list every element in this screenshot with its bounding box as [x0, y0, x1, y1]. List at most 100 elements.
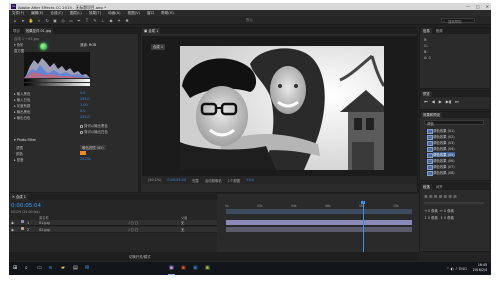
- exposure-value[interactable]: +0.0: [246, 178, 254, 182]
- arrow-icon[interactable]: ➤: [20, 18, 26, 23]
- store-icon[interactable]: ▤: [73, 265, 78, 272]
- input-black-value[interactable]: 0.0: [80, 91, 85, 95]
- color-swatch[interactable]: [80, 151, 86, 155]
- tab-audio[interactable]: 音频: [434, 28, 445, 34]
- comp-breadcrumb[interactable]: 合成 1: [151, 44, 166, 50]
- help-search[interactable]: ⌕ 搜索帮助: [441, 18, 475, 24]
- after-effects-taskbar-icon[interactable]: ▣: [169, 265, 174, 272]
- density-value[interactable]: 25.0%: [80, 157, 91, 161]
- resolution-select[interactable]: 完整: [192, 178, 199, 183]
- close-button[interactable]: ✕: [486, 4, 489, 9]
- playhead-line[interactable]: [362, 203, 364, 252]
- layer-duration-bar[interactable]: [226, 227, 412, 232]
- viewer-timecode[interactable]: 0:00:05:04: [167, 178, 186, 182]
- layer-name[interactable]: 02.jpg: [39, 227, 50, 233]
- taskbar-clock[interactable]: 16:45 2016/2/4: [473, 263, 487, 272]
- clone-icon[interactable]: ⊥: [100, 18, 106, 23]
- rect-mask-icon[interactable]: ▭: [68, 18, 74, 23]
- effect-preset-item[interactable]: 调色效果 (06): [427, 158, 455, 164]
- gamma-value[interactable]: 1.00: [80, 103, 88, 107]
- label-color-icon[interactable]: [21, 227, 24, 230]
- menu-layer[interactable]: 图层(L): [70, 11, 82, 16]
- visibility-eye-icon[interactable]: ◉: [11, 227, 14, 233]
- effects-search-input[interactable]: 调色: [424, 120, 484, 126]
- layer-name[interactable]: 01.jpg: [39, 220, 50, 226]
- workspace-label[interactable]: 默认: [246, 18, 253, 23]
- play-icon[interactable]: ▶: [439, 99, 442, 104]
- menu-animation[interactable]: 动画(A): [108, 11, 120, 16]
- file-explorer-icon[interactable]: ▰: [61, 265, 65, 272]
- output-black-value[interactable]: 0.0: [80, 109, 85, 113]
- roto-icon[interactable]: ✦: [116, 18, 122, 23]
- tab-project[interactable]: 项目: [11, 28, 22, 34]
- rotate-icon[interactable]: ↻: [44, 18, 50, 23]
- edge-browser-icon[interactable]: e: [49, 265, 52, 272]
- label-color-icon[interactable]: [21, 220, 24, 223]
- effect-preset-item[interactable]: 调色效果 (07): [427, 164, 455, 170]
- toggle-switches-modes[interactable]: 切换开关/模式: [129, 254, 151, 259]
- visibility-eye-icon[interactable]: ◉: [11, 220, 14, 226]
- next-frame-icon[interactable]: ▶▮: [446, 99, 451, 104]
- timeline-timecode[interactable]: 0:00:05:04: [11, 203, 41, 209]
- spacing-row[interactable]: ↧ 0 像素 ↥ 0 像素: [424, 215, 454, 220]
- tab-effect-controls[interactable]: 效果控件 01.jpg: [23, 28, 54, 34]
- composition-image[interactable]: [180, 46, 384, 170]
- layer-switches[interactable]: ⁄ ▢ ▢: [129, 220, 138, 226]
- task-view-icon[interactable]: ▭: [37, 265, 42, 272]
- layer-parent[interactable]: 无: [181, 227, 184, 233]
- zoom-icon[interactable]: ⌕: [36, 18, 42, 23]
- app-icon[interactable]: ▣: [181, 265, 186, 272]
- tab-timeline[interactable]: ✕ 合成 1: [10, 194, 28, 200]
- minimize-button[interactable]: —: [466, 4, 470, 9]
- effect-preset-item[interactable]: 调色效果 (01): [427, 128, 455, 134]
- menu-help[interactable]: 帮助(H): [161, 11, 174, 16]
- layer-row[interactable]: ◉ 2 02.jpg ⁄ ▢ ▢ 无: [9, 227, 217, 233]
- text-icon[interactable]: T: [84, 18, 90, 23]
- clip-black-checkbox[interactable]: 剪切以输出黑色: [80, 123, 108, 128]
- pan-behind-icon[interactable]: ◎: [60, 18, 66, 23]
- first-frame-icon[interactable]: ⏮: [424, 99, 428, 104]
- app-icon[interactable]: ▣: [205, 265, 210, 272]
- menu-edit[interactable]: 编辑(E): [31, 11, 43, 16]
- eraser-icon[interactable]: ◆: [108, 18, 114, 23]
- app-icon[interactable]: ▣: [193, 265, 198, 272]
- clip-white-checkbox[interactable]: 剪切以输出白色: [80, 129, 108, 134]
- pen-icon[interactable]: ✒: [76, 18, 82, 23]
- search-icon[interactable]: ⌕: [25, 265, 28, 272]
- effect-preset-item[interactable]: 调色效果 (04): [427, 146, 455, 152]
- zoom-level[interactable]: (50.1%): [148, 178, 161, 182]
- layer-switches[interactable]: ⁄ ▢ ▢: [129, 227, 138, 233]
- layer-duration-bar[interactable]: [226, 220, 412, 225]
- channel-select[interactable]: 通道: RGB: [80, 42, 96, 47]
- effect-preset-item[interactable]: 调色效果 (02): [427, 134, 455, 140]
- layer-row[interactable]: ◉ 1 01.jpg ⁄ ▢ ▢ 无: [9, 220, 217, 226]
- histogram[interactable]: [24, 52, 90, 78]
- mail-icon[interactable]: ✉: [85, 265, 89, 272]
- menu-view[interactable]: 视图(V): [127, 11, 139, 16]
- input-gradient[interactable]: [24, 79, 90, 82]
- effect-preset-item[interactable]: 调色效果 (08): [427, 170, 455, 176]
- align-buttons[interactable]: ☰ ☰ ☰ ☰ ☰ ☰ ☰: [424, 194, 457, 199]
- brush-icon[interactable]: ✎: [92, 18, 98, 23]
- tab-preview[interactable]: 预览: [421, 91, 432, 97]
- maximize-button[interactable]: □: [476, 4, 480, 9]
- views-select[interactable]: 1个视图: [228, 178, 240, 183]
- filter-select[interactable]: 暖色滤镜 (85): [80, 145, 106, 150]
- indent-row[interactable]: ⇥ 0 像素 ⇤ 0 像素: [424, 208, 454, 213]
- output-white-value[interactable]: 255.0: [80, 115, 90, 119]
- camera-icon[interactable]: ▣: [52, 18, 58, 23]
- layer-parent[interactable]: 无: [181, 220, 184, 226]
- prev-frame-icon[interactable]: ◀: [432, 99, 435, 104]
- system-tray[interactable]: ^ ◐ ♪ ENG: [446, 266, 467, 271]
- tab-info[interactable]: 信息: [421, 28, 432, 34]
- last-frame-icon[interactable]: ⏭: [455, 99, 459, 104]
- menu-composition[interactable]: 合成(C): [50, 11, 63, 16]
- tab-paragraph[interactable]: 段落: [421, 184, 432, 190]
- home-icon[interactable]: ⌂: [12, 18, 18, 23]
- tab-align[interactable]: 对齐: [434, 184, 445, 190]
- input-white-value[interactable]: 255.0: [80, 97, 90, 101]
- output-gradient[interactable]: [24, 83, 90, 86]
- work-area-bar[interactable]: [226, 209, 412, 214]
- menu-effect[interactable]: 效果(T): [89, 11, 101, 16]
- tab-effects-presets[interactable]: 效果和预设: [421, 112, 442, 118]
